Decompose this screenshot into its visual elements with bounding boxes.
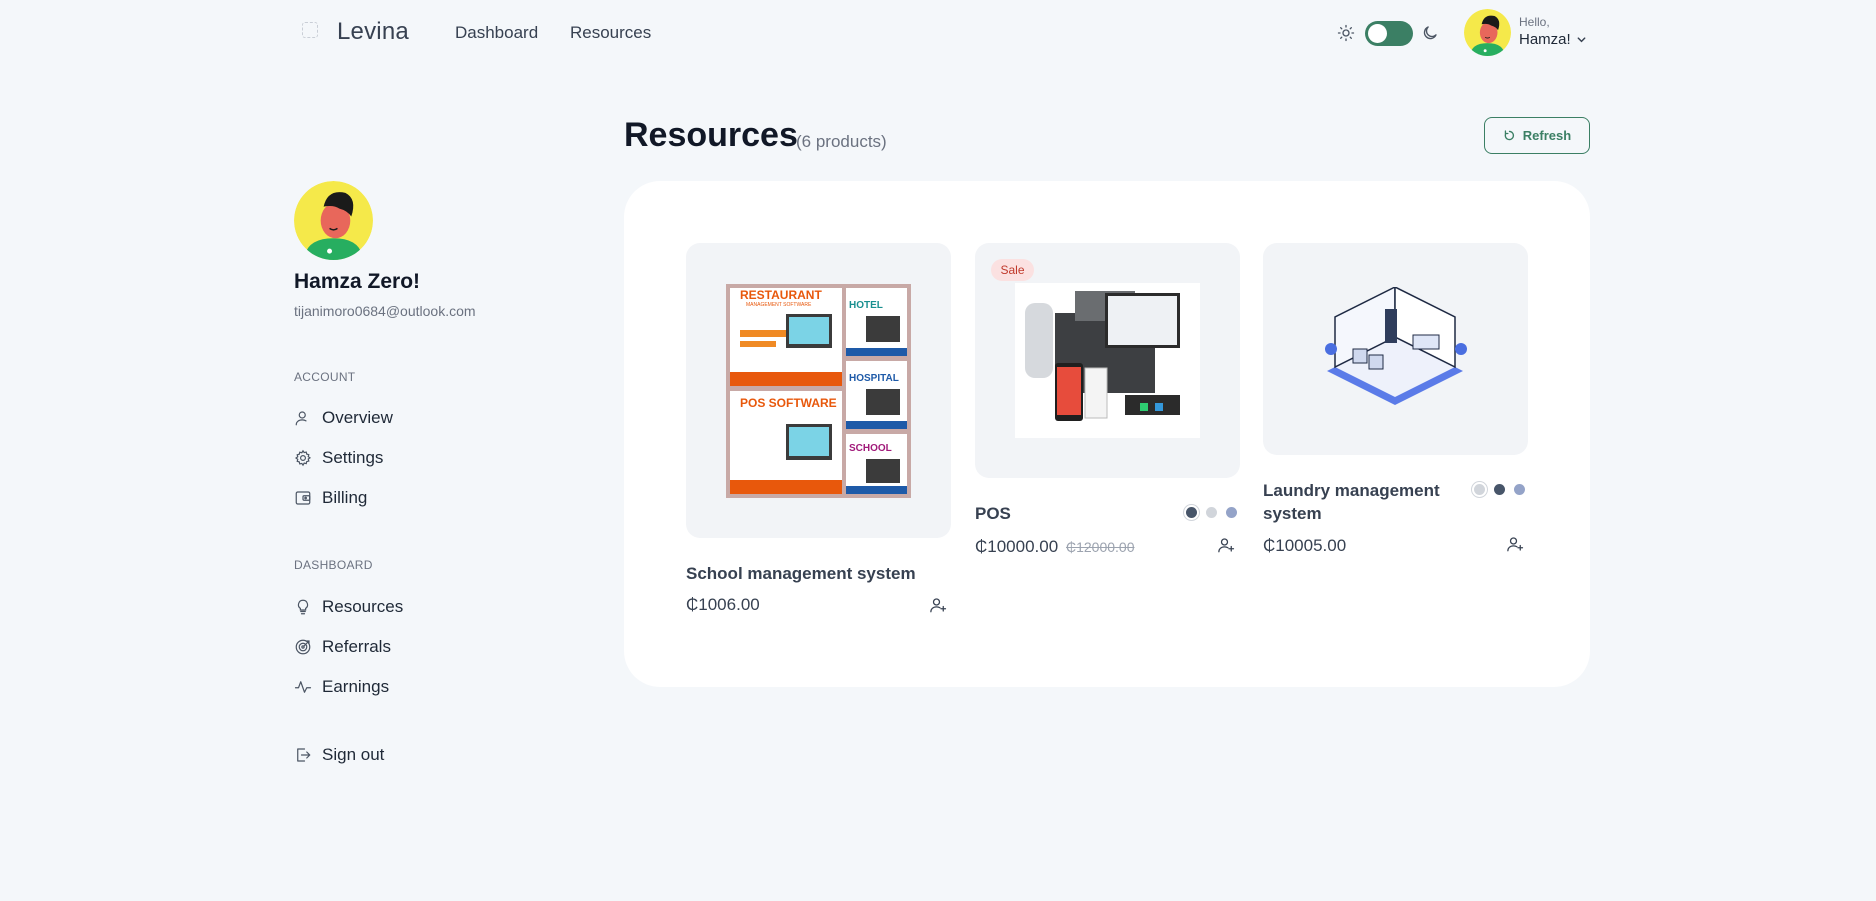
theme-toggle[interactable] (1365, 21, 1413, 46)
activity-icon (294, 681, 312, 693)
sale-badge: Sale (991, 259, 1034, 281)
product-price-laundry: ₵10005.00 (1263, 536, 1347, 555)
wallet-icon (295, 491, 311, 505)
product-poster: RESTAURANT MANAGEMENT SOFTWARE POS SOFTW… (726, 284, 911, 498)
sign-out-icon (297, 748, 311, 762)
user-menu-name[interactable]: Hamza! (1519, 31, 1571, 48)
sidebar-item-earnings[interactable]: Earnings (294, 675, 389, 699)
sidebar-item-label: Billing (322, 488, 368, 507)
gear-icon (295, 449, 312, 467)
product-image-laundry[interactable] (1263, 243, 1528, 455)
toggle-knob (1368, 24, 1387, 43)
nav-link-dashboard[interactable]: Dashboard (455, 23, 538, 43)
sidebar-item-referrals[interactable]: Referrals (294, 635, 391, 659)
user-avatar[interactable] (1464, 9, 1511, 56)
color-swatch[interactable] (1474, 484, 1485, 495)
sidebar-item-settings[interactable]: Settings (294, 446, 383, 470)
top-navbar: Levina Dashboard Resources Hello, Hamza! (0, 0, 1876, 66)
sidebar-item-label: Overview (322, 408, 393, 427)
profile-avatar (294, 181, 373, 260)
sun-icon (1337, 24, 1355, 42)
sidebar-item-resources[interactable]: Resources (294, 595, 403, 619)
sidebar-item-billing[interactable]: Billing (294, 486, 367, 510)
refresh-label: Refresh (1522, 128, 1572, 143)
color-swatch[interactable] (1206, 507, 1217, 518)
chevron-down-icon[interactable] (1576, 34, 1587, 45)
app-logo[interactable]: Levina (337, 18, 409, 46)
sign-out-button[interactable]: Sign out (294, 743, 384, 767)
poster-label-hotel: HOTEL (849, 300, 883, 311)
product-title-laundry[interactable]: Laundry management system (1263, 479, 1443, 525)
section-label-account: ACCOUNT (294, 370, 356, 384)
poster-label-school: SCHOOL (849, 443, 892, 454)
poster-subtitle: MANAGEMENT SOFTWARE (746, 302, 812, 308)
sidebar-item-label: Earnings (322, 677, 390, 696)
sidebar-item-label: Referrals (322, 637, 391, 656)
page-title: Resources (624, 116, 798, 154)
poster-title-restaurant: RESTAURANT (740, 288, 822, 302)
product-old-price-pos: ₵12000.00 (1066, 539, 1135, 555)
product-price-school: ₵1006.00 (686, 595, 760, 614)
section-label-dashboard: DASHBOARD (294, 558, 373, 572)
greeting-label: Hello, (1519, 15, 1550, 29)
product-illustration (1325, 287, 1467, 405)
target-icon (295, 639, 311, 655)
sign-out-label: Sign out (322, 745, 385, 764)
product-price-pos: ₵10000.00 (975, 537, 1059, 556)
logo-icon (302, 22, 318, 38)
product-photo (1015, 283, 1200, 438)
nav-link-resources[interactable]: Resources (570, 23, 651, 43)
product-title-pos[interactable]: POS (975, 502, 1011, 525)
product-count: (6 products) (796, 132, 887, 151)
profile-name: Hamza Zero! (294, 270, 421, 293)
product-image-school[interactable]: RESTAURANT MANAGEMENT SOFTWARE POS SOFTW… (686, 243, 951, 538)
user-icon (295, 411, 307, 426)
poster-label-hospital: HOSPITAL (849, 373, 899, 384)
product-title-school[interactable]: School management system (686, 562, 916, 585)
sidebar-item-label: Settings (322, 448, 384, 467)
lightbulb-icon (297, 599, 309, 615)
profile-email: tijanimoro0684@outlook.com (294, 303, 476, 319)
moon-icon (1423, 26, 1437, 40)
color-swatch[interactable] (1514, 484, 1525, 495)
color-swatch[interactable] (1494, 484, 1505, 495)
refresh-icon (1504, 130, 1514, 141)
poster-title-pos: POS SOFTWARE (740, 396, 837, 410)
sidebar-item-label: Resources (322, 597, 404, 616)
refresh-button[interactable]: Refresh (1484, 117, 1590, 154)
color-swatch[interactable] (1186, 507, 1197, 518)
user-plus-icon[interactable] (929, 596, 947, 614)
user-plus-icon[interactable] (1506, 535, 1524, 553)
sidebar-item-overview[interactable]: Overview (294, 406, 393, 430)
user-plus-icon[interactable] (1217, 536, 1235, 554)
color-swatch[interactable] (1226, 507, 1237, 518)
